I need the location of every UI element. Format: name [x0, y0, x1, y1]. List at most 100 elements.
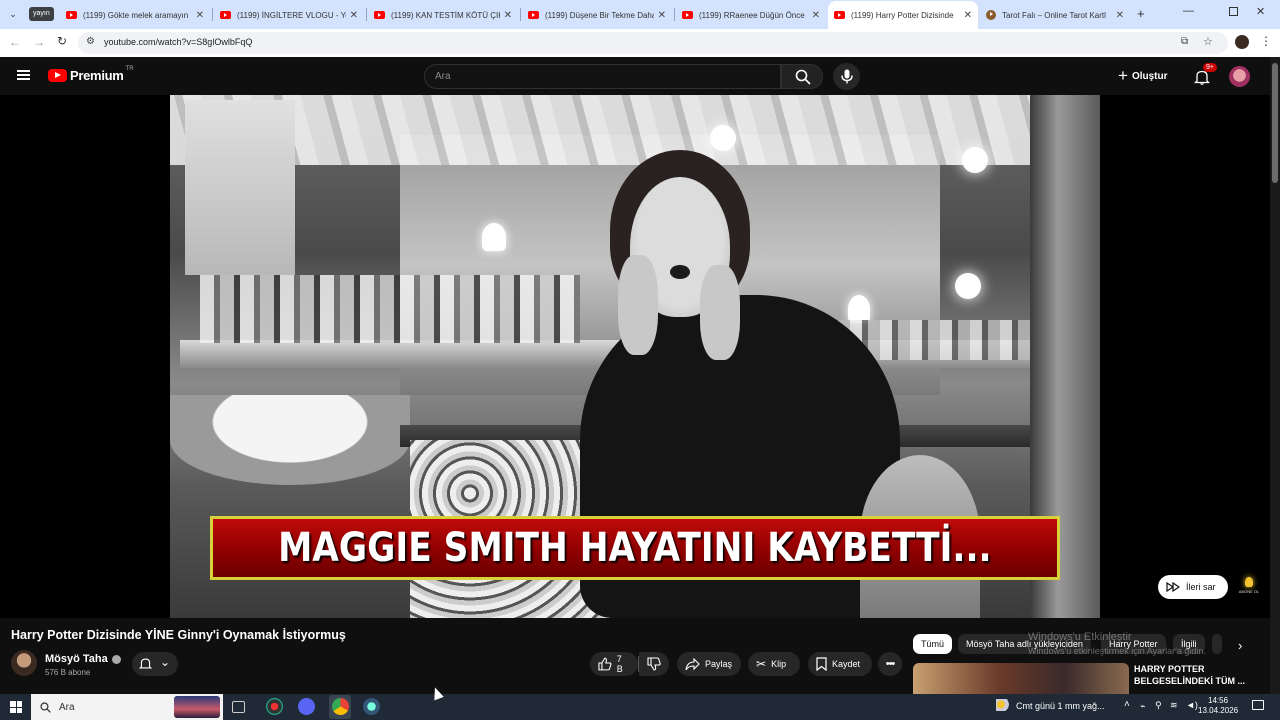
network-icon[interactable]: ⌁: [1140, 701, 1145, 712]
browser-tab[interactable]: (1199) KAN TESTİM KÖTÜ ÇIK ✕: [368, 3, 518, 27]
forward-arrow-icon[interactable]: →: [33, 35, 45, 49]
close-icon[interactable]: ✕: [658, 10, 666, 21]
youtube-logo[interactable]: Premium TR: [48, 66, 134, 83]
mirror-light-shape: [962, 147, 988, 173]
notification-center-icon[interactable]: [1252, 700, 1264, 710]
papers-shape: [170, 95, 1100, 165]
bookmark-star-icon[interactable]: ☆: [1203, 35, 1213, 48]
video-frame[interactable]: MAGGIE SMITH HAYATINI KAYBETTİ...: [170, 95, 1100, 618]
weather-icon: [996, 699, 1010, 711]
wifi-icon[interactable]: ≋: [1170, 700, 1178, 711]
discord-icon[interactable]: [298, 698, 315, 715]
app-icon-red-circle[interactable]: [266, 698, 283, 715]
profile-avatar[interactable]: [1235, 35, 1249, 49]
channel-name[interactable]: Mösyö Taha: [45, 653, 121, 665]
windows-activation-watermark: Windows'u Etkinleştir Windows'u etkinleş…: [1028, 630, 1206, 658]
logo-text: Premium: [70, 68, 124, 83]
mirror-light-shape: [955, 273, 981, 299]
watermark-line2: Windows'u etkinleştirmek için Ayarlar'a …: [1028, 646, 1206, 656]
close-icon[interactable]: ✕: [964, 10, 972, 21]
minimize-button[interactable]: —: [1183, 5, 1194, 17]
close-icon[interactable]: ✕: [812, 10, 820, 21]
close-icon[interactable]: ✕: [196, 10, 204, 21]
video-title-banner: MAGGIE SMITH HAYATINI KAYBETTİ...: [210, 516, 1060, 580]
youtube-favicon-icon: [374, 11, 385, 19]
windows-start-icon[interactable]: [10, 701, 22, 713]
reload-icon[interactable]: ↻: [57, 34, 67, 48]
tab-title: (1199) İNGİLTERE VLOGU - Yo: [237, 10, 346, 20]
related-video-thumbnail[interactable]: [913, 663, 1129, 694]
restore-button[interactable]: [1229, 7, 1238, 16]
youtube-favicon-icon: [834, 11, 845, 19]
notifications-button[interactable]: 9+: [1192, 63, 1217, 87]
search-input[interactable]: Ara: [424, 64, 781, 89]
tray-chevron-up-icon[interactable]: ˄: [1124, 699, 1130, 710]
clip-label: Klip: [771, 659, 787, 669]
subscribe-watermark[interactable]: ABONE OL: [1236, 577, 1262, 594]
banner-text: MAGGIE SMITH HAYATINI KAYBETTİ...: [278, 525, 992, 571]
skip-label: İleri sar: [1186, 582, 1216, 592]
skip-forward-button[interactable]: İleri sar: [1158, 575, 1228, 599]
thumbs-down-icon: [647, 657, 661, 671]
scrollbar-thumb[interactable]: [1272, 63, 1278, 183]
search-placeholder: Ara: [435, 71, 451, 82]
close-icon[interactable]: ✕: [350, 10, 358, 21]
browser-tab-strip: ⌄ yayın (1199) Gökte melek aramayın ✕ (1…: [0, 0, 1280, 29]
usb-icon[interactable]: ⚲: [1155, 700, 1162, 711]
more-actions-button[interactable]: •••: [878, 652, 902, 676]
share-button[interactable]: Paylaş: [677, 652, 741, 676]
install-icon[interactable]: ⧉: [1181, 36, 1188, 47]
app-icon-blue[interactable]: [363, 698, 380, 715]
close-icon[interactable]: ✕: [1116, 10, 1124, 21]
clip-button[interactable]: ✂ Klip: [748, 652, 800, 676]
tab-title: (1199) Gökte melek aramayın: [83, 10, 189, 20]
chip-all[interactable]: Tümü: [913, 634, 953, 654]
close-window-button[interactable]: ✕: [1256, 5, 1265, 18]
taskbar-search-box[interactable]: Ara: [31, 694, 223, 720]
account-avatar[interactable]: [1229, 66, 1250, 87]
video-player[interactable]: MAGGIE SMITH HAYATINI KAYBETTİ... İleri …: [0, 95, 1270, 618]
share-label: Paylaş: [705, 659, 733, 669]
bottles-shape: [200, 275, 580, 343]
voice-search-button[interactable]: [833, 63, 860, 90]
notification-count-badge: 9+: [1203, 63, 1217, 72]
taskbar-clock[interactable]: 14:56 13.04.2026: [1198, 696, 1238, 716]
more-horizontal-icon: •••: [885, 658, 896, 670]
site-info-icon[interactable]: ⚙: [86, 36, 95, 47]
like-button[interactable]: 7 B: [590, 652, 638, 676]
browser-tab-active[interactable]: (1199) Harry Potter Dizisinde ✕: [828, 1, 978, 29]
tarot-favicon-icon: [986, 10, 996, 20]
profile-badge[interactable]: yayın: [29, 7, 54, 21]
channel-name-text: Mösyö Taha: [45, 653, 108, 665]
browser-tab[interactable]: (1199) RRaenee Düğün Önce ✕: [676, 3, 826, 27]
address-bar[interactable]: ⚙ youtube.com/watch?v=S8glOwlbFqQ ⧉ ☆: [78, 32, 1228, 54]
taskbar-weather[interactable]: Cmt günü 1 mm yağ...: [1016, 701, 1105, 711]
browser-toolbar: ← → ↻ ⚙ youtube.com/watch?v=S8glOwlbFqQ …: [0, 29, 1280, 57]
subscription-bell-button[interactable]: ⌄: [132, 652, 178, 676]
scissors-icon: ✂: [756, 657, 767, 671]
browser-tab[interactable]: Tarot Falı – Online Tarot Kartl ✕: [980, 3, 1130, 27]
save-button[interactable]: Kaydet: [808, 652, 872, 676]
browser-tab[interactable]: (1199) Gökte melek aramayın ✕: [60, 3, 210, 27]
chips-next-icon[interactable]: ›: [1238, 638, 1242, 653]
hamburger-menu-icon[interactable]: [17, 70, 30, 80]
browser-tab[interactable]: (1199) Düşene Bir Tekme Daha ✕: [522, 3, 672, 27]
search-button[interactable]: [781, 64, 823, 89]
chip-overflow[interactable]: [1212, 634, 1222, 654]
new-tab-button[interactable]: +: [1137, 6, 1145, 21]
menu-kebab-icon[interactable]: ⋮: [1260, 34, 1272, 48]
youtube-header: Premium TR Ara + Oluştur 9+: [0, 57, 1270, 95]
back-arrow-icon[interactable]: ←: [9, 35, 21, 49]
tab-search-button[interactable]: ⌄: [6, 7, 20, 21]
chrome-icon[interactable]: [332, 698, 349, 715]
related-video-title[interactable]: HARRY POTTER BELGESELİNDEKİ TÜM ...: [1134, 663, 1254, 687]
close-icon[interactable]: ✕: [504, 10, 512, 21]
volume-icon[interactable]: ◄): [1186, 700, 1198, 710]
dislike-button[interactable]: [639, 652, 669, 676]
create-button[interactable]: + Oluştur: [1118, 64, 1168, 88]
subscriber-count: 576 B abone: [45, 668, 91, 677]
browser-tab[interactable]: (1199) İNGİLTERE VLOGU - Yo ✕: [214, 3, 364, 27]
search-highlight-image: [174, 696, 220, 718]
channel-avatar[interactable]: [11, 650, 37, 676]
task-view-icon[interactable]: [232, 701, 245, 713]
